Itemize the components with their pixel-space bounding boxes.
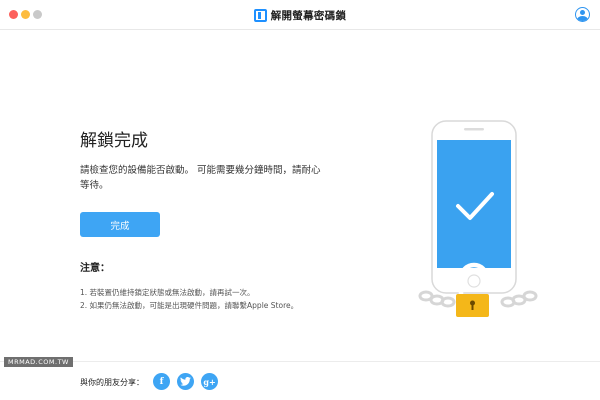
note-list: 1. 若裝置仍維持鎖定狀態或無法啟動，請再試一次。 2. 如果仍無法啟動，可能是… — [80, 286, 298, 312]
unlocked-phone-illustration — [418, 120, 538, 317]
note-item: 2. 如果仍無法啟動，可能是出現硬件問題，請聯繫Apple Store。 — [80, 301, 299, 310]
note-heading: 注意： — [80, 263, 110, 274]
app-logo-icon — [253, 8, 267, 22]
footer-divider — [0, 361, 600, 362]
facebook-icon[interactable]: f — [153, 373, 170, 390]
window-title-group: 解開螢幕密碼鎖 — [0, 0, 600, 30]
unlock-description: 請檢查您的設備能否啟動。 可能需要幾分鐘時間，請耐心等待。 — [80, 165, 321, 191]
window-title: 解開螢幕密碼鎖 — [270, 9, 347, 22]
title-bar: 解開螢幕密碼鎖 — [0, 0, 600, 30]
twitter-icon[interactable] — [177, 373, 194, 390]
share-label: 與你的朋友分享： — [80, 378, 144, 387]
twitter-bird-icon — [180, 377, 191, 386]
done-button[interactable]: 完成 — [80, 212, 160, 237]
user-account-icon[interactable] — [575, 7, 590, 22]
phone-screen — [437, 140, 511, 268]
page-title: 解鎖完成 — [80, 131, 148, 151]
google-plus-icon[interactable]: g+ — [201, 373, 218, 390]
watermark: MRMAD.COM.TW — [4, 357, 73, 367]
note-item: 1. 若裝置仍維持鎖定狀態或無法啟動，請再試一次。 — [80, 288, 255, 297]
